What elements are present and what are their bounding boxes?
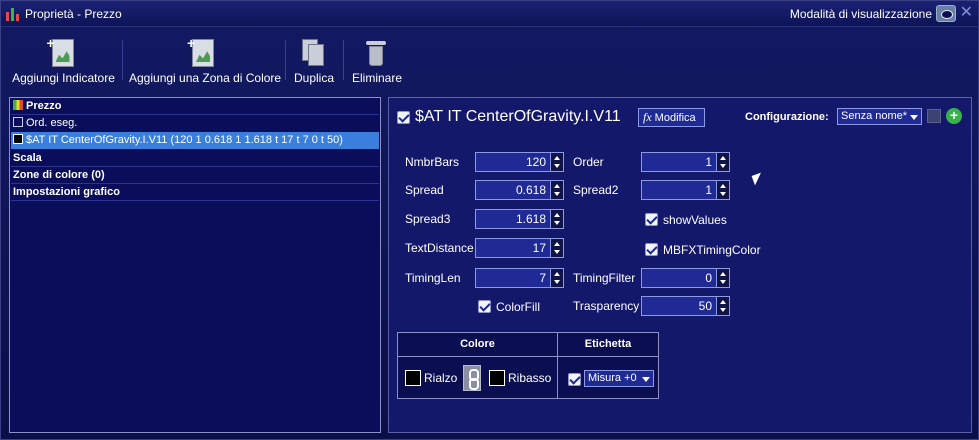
chevron-down-icon [910,115,918,120]
timing-filter-spinner[interactable]: 0 [641,268,731,288]
window-title: Proprietà - Prezzo [25,7,122,21]
tree-item-scale[interactable]: Scala [11,150,379,167]
order-label: Order [573,155,604,169]
down-color-swatch[interactable] [489,370,505,386]
spinner-arrows-icon[interactable] [551,209,564,229]
spinner-arrows-icon[interactable] [717,180,730,200]
toolbar-separator [122,40,123,80]
properties-window: Proprietà - Prezzo Modalità di visualizz… [0,0,979,440]
timing-filter-label: TimingFilter [573,271,636,285]
function-icon: fx [643,110,652,124]
tree-item-chart-settings[interactable]: Impostazioni grafico [11,184,379,201]
up-color-swatch[interactable] [405,370,421,386]
label-column-header: Etichetta [558,333,658,357]
toolbar-separator [343,40,344,80]
tree-item-color-zones[interactable]: Zone di colore (0) [11,167,379,184]
properties-tree: Prezzo Ord. eseg. $AT IT CenterOfGravity… [9,97,381,433]
spinner-arrows-icon[interactable] [717,268,730,288]
toolbar: + Aggiungi Indicatore + Aggiungi una Zon… [1,28,978,88]
timing-len-label: TimingLen [405,271,461,285]
up-label: Rialzo [424,371,458,385]
spinner-arrows-icon[interactable] [551,238,564,258]
add-indicator-icon: + [47,35,76,67]
spinner-arrows-icon[interactable] [551,180,564,200]
delete-button[interactable]: Eliminare [350,36,404,88]
checkbox[interactable] [13,117,23,127]
label-checkbox[interactable] [568,373,581,386]
down-label: Ribasso [508,371,552,385]
color-table: Colore Etichetta Rialzo Ribasso Misura +… [397,332,659,399]
configuration-select[interactable]: Senza nome* [837,108,922,125]
spread2-label: Spread2 [573,183,619,197]
text-distance-label: TextDistance [405,241,474,255]
title-bar: Proprietà - Prezzo Modalità di visualizz… [1,1,978,27]
transparency-label: Trasparency [573,299,640,313]
text-distance-spinner[interactable]: 17 [475,238,565,258]
color-column-header: Colore [398,333,557,357]
indicator-title: $AT IT CenterOfGravity.I.V11 [415,108,621,125]
add-indicator-button[interactable]: + Aggiungi Indicatore [11,35,116,88]
color-square-icon [13,134,23,144]
spinner-arrows-icon[interactable] [551,268,564,288]
visualization-mode-label[interactable]: Modalità di visualizzazione [790,7,932,21]
spread-spinner[interactable]: 0.618 [475,180,565,200]
checkbox[interactable] [478,300,491,313]
checkbox[interactable] [645,243,658,256]
spinner-arrows-icon[interactable] [551,152,564,172]
add-color-zone-icon: + [187,35,216,67]
order-spinner[interactable]: 1 [641,152,731,172]
spread3-label: Spread3 [405,212,451,226]
transparency-spinner[interactable]: 50 [641,296,731,316]
save-icon[interactable] [927,109,941,123]
nmbrbars-spinner[interactable]: 120 [475,152,565,172]
add-color-zone-button[interactable]: + Aggiungi una Zona di Colore [129,35,281,88]
spinner-arrows-icon[interactable] [717,152,730,172]
spread2-spinner[interactable]: 1 [641,180,731,200]
indicator-properties-panel: $AT IT CenterOfGravity.I.V11 fx Modifica … [388,97,972,433]
tree-item-executed-orders[interactable]: Ord. eseg. [11,115,379,132]
modify-button[interactable]: fx Modifica [638,108,705,127]
timing-len-spinner[interactable]: 7 [475,268,565,288]
trash-icon [365,39,389,67]
eye-icon[interactable] [936,5,956,22]
close-icon[interactable]: ✕ [960,4,973,22]
tree-item-price[interactable]: Prezzo [11,98,379,115]
spinner-arrows-icon[interactable] [717,296,730,316]
indicator-enabled-checkbox[interactable] [397,111,410,124]
chevron-down-icon [642,377,650,382]
measure-select[interactable]: Misura +0 [584,370,654,387]
duplicate-button[interactable]: Duplica [291,36,337,88]
indicator-header: $AT IT CenterOfGravity.I.V11 fx Modifica … [397,107,963,127]
spread-label: Spread [405,183,444,197]
configuration-label: Configurazione: [745,111,829,123]
flag-icon [13,100,23,110]
nmbrbars-label: NmbrBars [405,155,460,169]
toolbar-separator [285,40,286,80]
link-icon[interactable] [463,365,481,391]
spread3-spinner[interactable]: 1.618 [475,209,565,229]
checkbox[interactable] [645,213,658,226]
tree-item-indicator[interactable]: $AT IT CenterOfGravity.I.V11 (120 1 0.61… [11,132,379,149]
candlestick-chart-icon [6,7,20,21]
duplicate-icon [302,39,326,67]
add-configuration-icon[interactable]: + [946,108,962,124]
